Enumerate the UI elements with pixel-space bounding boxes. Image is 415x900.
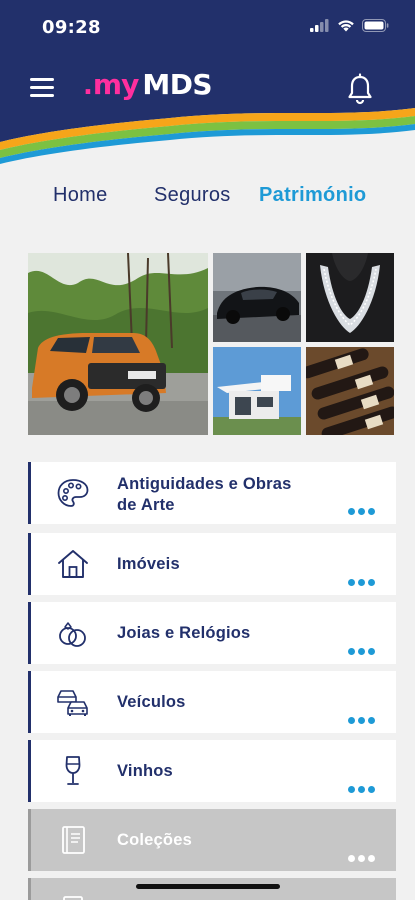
category-veiculos[interactable]: Veículos: [28, 671, 396, 733]
home-indicator: [136, 884, 280, 889]
category-label: Imóveis: [117, 555, 180, 573]
logo-mds: MDS: [142, 68, 213, 101]
signal-icon: [310, 19, 329, 32]
status-icons: [310, 19, 389, 32]
photo-collage: [28, 253, 394, 435]
category-antiguidades[interactable]: Antiguidades e Obras de Arte: [28, 462, 396, 524]
status-bar: 09:28: [0, 0, 415, 56]
palette-icon: [57, 479, 89, 507]
hamburger-menu-icon[interactable]: [28, 76, 58, 100]
battery-icon: [362, 19, 389, 32]
logo-my: my: [92, 68, 139, 101]
category-colecoes[interactable]: Coleções: [28, 809, 396, 871]
modern-house-photo: [213, 347, 301, 435]
logo-dot: .: [83, 71, 93, 101]
more-options-icon[interactable]: [348, 855, 376, 863]
category-label: Vinhos: [117, 762, 173, 780]
black-sports-car-photo: [213, 253, 301, 342]
category-imoveis[interactable]: Imóveis: [28, 533, 396, 595]
category-label: Veículos: [117, 693, 186, 711]
mymds-logo: . my MDS: [83, 68, 213, 104]
orange-suv-photo: [28, 253, 208, 435]
wifi-icon: [338, 20, 354, 32]
category-label: Antiguidades e Obras de Arte: [117, 475, 292, 514]
cars-icon: [57, 690, 88, 716]
category-label: Coleções: [117, 831, 192, 849]
bell-icon[interactable]: [345, 73, 375, 105]
more-options-icon[interactable]: [348, 579, 376, 587]
rings-icon: [59, 622, 86, 647]
house-icon: [58, 550, 88, 578]
tab-bar: Home Seguros Património: [0, 180, 415, 216]
more-options-icon[interactable]: [348, 717, 376, 725]
category-joias[interactable]: Joias e Relógios: [28, 602, 396, 664]
tab-patrimonio[interactable]: Património: [259, 184, 366, 207]
wine-glass-icon: [65, 756, 81, 785]
more-options-icon[interactable]: [348, 508, 376, 516]
wine-bottles-photo: [306, 347, 394, 435]
category-partial-next[interactable]: [28, 878, 396, 900]
category-vinhos[interactable]: Vinhos: [28, 740, 396, 802]
tab-home[interactable]: Home: [53, 184, 108, 207]
more-options-icon[interactable]: [348, 786, 376, 794]
status-time: 09:28: [42, 17, 101, 38]
book-icon: [62, 826, 85, 854]
category-label: Joias e Relógios: [117, 624, 251, 642]
document-icon: [63, 896, 83, 900]
more-options-icon[interactable]: [348, 648, 376, 656]
app-header: 09:28 . my MDS: [0, 0, 415, 175]
diamond-necklace-photo: [306, 253, 394, 342]
tab-seguros[interactable]: Seguros: [154, 184, 231, 207]
